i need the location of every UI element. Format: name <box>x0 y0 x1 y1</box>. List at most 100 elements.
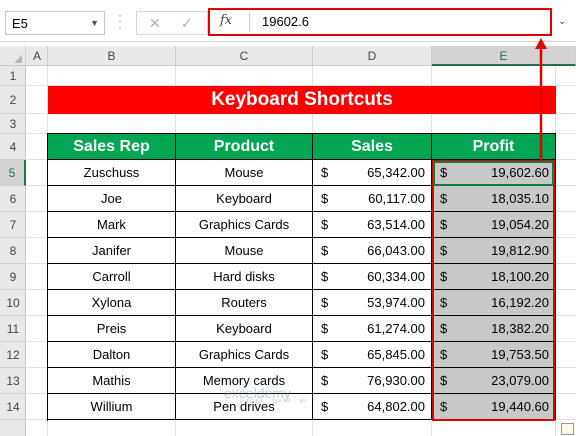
currency-symbol: $ <box>321 373 329 388</box>
row-header-13[interactable]: 13 <box>0 368 26 394</box>
column-header-a[interactable]: A <box>27 46 48 66</box>
row-header-12[interactable]: 12 <box>0 342 26 368</box>
profit-cell[interactable]: $18,382.20 <box>432 316 556 342</box>
column-header-c[interactable]: C <box>176 46 313 66</box>
currency-symbol: $ <box>440 191 448 206</box>
profit-cell[interactable]: $19,054.20 <box>432 212 556 238</box>
enter-icon[interactable]: ✓ <box>181 15 193 32</box>
row-header-14[interactable]: 14 <box>0 394 26 420</box>
product-cell[interactable]: Keyboard <box>176 316 313 342</box>
sales-rep-cell[interactable]: Willium <box>48 394 176 420</box>
profit-cell[interactable]: $18,035.10 <box>432 186 556 212</box>
row-header-2[interactable]: 2 <box>0 86 26 114</box>
sales-cell[interactable]: $53,974.00 <box>313 290 432 316</box>
sales-rep-cell[interactable]: Janifer <box>48 238 176 264</box>
profit-value: 23,079.00 <box>491 373 549 388</box>
currency-symbol: $ <box>440 295 448 310</box>
sales-cell[interactable]: $60,117.00 <box>313 186 432 212</box>
sales-rep-cell[interactable]: Joe <box>48 186 176 212</box>
paste-options-icon[interactable] <box>561 423 574 435</box>
formula-separator <box>249 12 250 32</box>
sales-rep-cell[interactable]: Preis <box>48 316 176 342</box>
table-header-cell[interactable]: Sales <box>313 134 432 160</box>
table-header-cell[interactable]: Product <box>176 134 313 160</box>
column-headers: ABCDE <box>0 46 576 66</box>
sales-cell[interactable]: $65,342.00 <box>313 160 432 186</box>
currency-symbol: $ <box>440 399 448 414</box>
row-header-9[interactable]: 9 <box>0 264 26 290</box>
table-header-cell[interactable]: Profit <box>432 134 556 160</box>
sales-value: 64,802.00 <box>367 399 425 414</box>
profit-value: 16,192.20 <box>491 295 549 310</box>
sales-cell[interactable]: $61,274.00 <box>313 316 432 342</box>
sales-rep-cell[interactable]: Dalton <box>48 342 176 368</box>
sales-rep-cell[interactable]: Carroll <box>48 264 176 290</box>
currency-symbol: $ <box>440 321 448 336</box>
sales-rep-cell[interactable]: Mathis <box>48 368 176 394</box>
product-cell[interactable]: Hard disks <box>176 264 313 290</box>
profit-cell[interactable]: $19,812.90 <box>432 238 556 264</box>
formula-bar-area: E5 ▼ · · · ✕ ✓ fx 19602.6 ⌄ <box>0 0 576 42</box>
row-header-4[interactable]: 4 <box>0 134 26 160</box>
currency-symbol: $ <box>440 269 448 284</box>
profit-cell[interactable]: $16,192.20 <box>432 290 556 316</box>
product-cell[interactable]: Graphics Cards <box>176 212 313 238</box>
row-header-6[interactable]: 6 <box>0 186 26 212</box>
product-cell[interactable]: Graphics Cards <box>176 342 313 368</box>
row-headers: 1 2 3 4 5 6 7 8 9 10 11 12 13 14 <box>0 66 26 436</box>
table-header-cell[interactable]: Sales Rep <box>48 134 176 160</box>
currency-symbol: $ <box>321 321 329 336</box>
formula-buttons: ✕ ✓ <box>136 11 208 35</box>
row-header-8[interactable]: 8 <box>0 238 26 264</box>
profit-cell[interactable]: $19,440.60 <box>432 394 556 420</box>
row-header-11[interactable]: 11 <box>0 316 26 342</box>
sales-cell[interactable]: $65,845.00 <box>313 342 432 368</box>
sales-cell[interactable]: $60,334.00 <box>313 264 432 290</box>
drag-handle-icon[interactable]: · · · <box>118 9 128 33</box>
column-header-d[interactable]: D <box>313 46 432 66</box>
column-header-b[interactable]: B <box>48 46 176 66</box>
sales-value: 63,514.00 <box>367 217 425 232</box>
profit-cell[interactable]: $19,602.60 <box>432 160 556 186</box>
profit-value: 18,382.20 <box>491 321 549 336</box>
profit-cell[interactable]: $18,100.20 <box>432 264 556 290</box>
sales-value: 60,117.00 <box>368 191 425 206</box>
name-box-value: E5 <box>12 16 28 31</box>
currency-symbol: $ <box>321 191 329 206</box>
sales-cell[interactable]: $63,514.00 <box>313 212 432 238</box>
currency-symbol: $ <box>321 217 329 232</box>
chevron-down-icon[interactable]: ▼ <box>90 18 99 28</box>
profit-cell[interactable]: $23,079.00 <box>432 368 556 394</box>
product-cell[interactable]: Keyboard <box>176 186 313 212</box>
currency-symbol: $ <box>321 295 329 310</box>
insert-function-icon[interactable]: fx <box>220 13 232 28</box>
name-box[interactable]: E5 ▼ <box>5 11 105 35</box>
row-header-7[interactable]: 7 <box>0 212 26 238</box>
expand-formula-bar-icon[interactable]: ⌄ <box>558 16 566 27</box>
column-header-e[interactable]: E <box>432 46 576 66</box>
sales-cell[interactable]: $66,043.00 <box>313 238 432 264</box>
product-cell[interactable]: Mouse <box>176 160 313 186</box>
currency-symbol: $ <box>440 217 448 232</box>
sales-rep-cell[interactable]: Zuschuss <box>48 160 176 186</box>
cancel-icon[interactable]: ✕ <box>149 15 161 32</box>
sales-cell[interactable]: $64,802.00 <box>313 394 432 420</box>
profit-value: 19,054.20 <box>491 217 549 232</box>
currency-symbol: $ <box>321 399 329 414</box>
watermark-logo: exceldemy EXCEL · DATA · BI <box>224 385 308 405</box>
row-header-5[interactable]: 5 <box>0 160 26 186</box>
product-cell[interactable]: Routers <box>176 290 313 316</box>
profit-value: 18,035.10 <box>491 191 549 206</box>
sales-rep-cell[interactable]: Mark <box>48 212 176 238</box>
currency-symbol: $ <box>440 347 448 362</box>
select-all-button[interactable] <box>0 46 26 66</box>
sales-cell[interactable]: $76,930.00 <box>313 368 432 394</box>
formula-input[interactable]: 19602.6 <box>262 14 309 29</box>
sales-value: 65,342.00 <box>367 165 425 180</box>
profit-cell[interactable]: $19,753.50 <box>432 342 556 368</box>
row-header-10[interactable]: 10 <box>0 290 26 316</box>
product-cell[interactable]: Mouse <box>176 238 313 264</box>
row-header-3[interactable]: 3 <box>0 114 26 134</box>
row-header-1[interactable]: 1 <box>0 66 26 86</box>
sales-rep-cell[interactable]: Xylona <box>48 290 176 316</box>
